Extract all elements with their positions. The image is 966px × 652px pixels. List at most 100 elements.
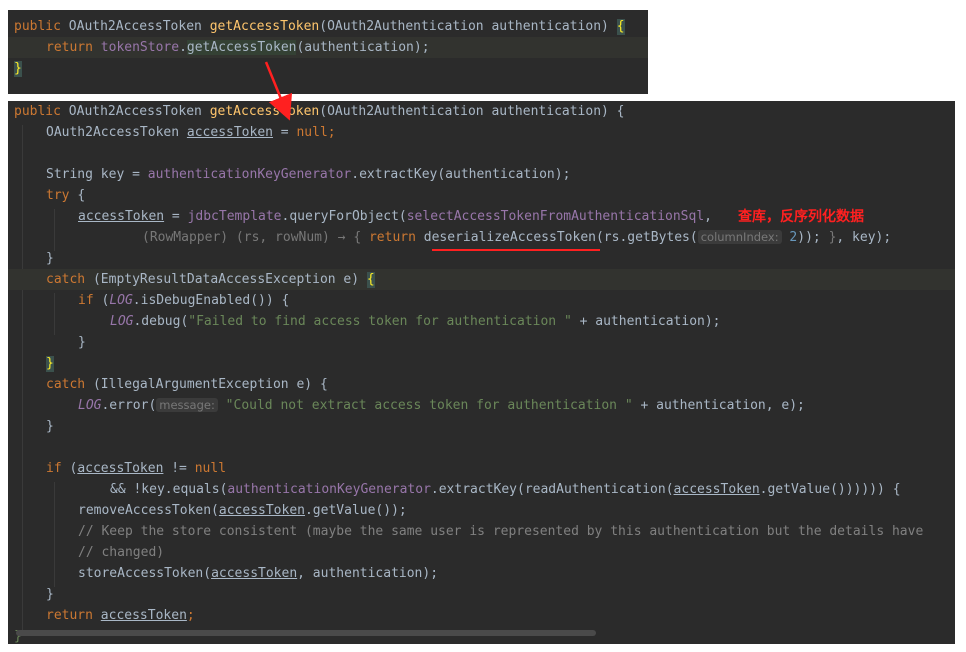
brace: }	[46, 251, 54, 266]
keyword-public: public	[14, 19, 69, 34]
static-field: LOG	[78, 398, 102, 413]
code-line: removeAccessToken(accessToken.getValue()…	[8, 500, 955, 521]
method-call: storeAccessToken(	[78, 566, 212, 581]
code-line: String key = authenticationKeyGenerator.…	[8, 164, 955, 185]
code-line: try {	[8, 185, 955, 206]
method-call: .debug(	[133, 314, 189, 329]
brace-highlight: }	[46, 356, 54, 372]
dot: .	[179, 40, 187, 55]
expression: .getValue());	[304, 503, 407, 518]
code-line: catch (IllegalArgumentException e) {	[8, 374, 955, 395]
brace-highlight: {	[616, 19, 625, 35]
method-call: removeAccessToken(	[78, 503, 219, 518]
type-name: OAuth2AccessToken	[46, 125, 187, 140]
variable: accessToken	[77, 461, 164, 476]
expression: + authentication, e);	[632, 398, 805, 413]
code-line: OAuth2AccessToken accessToken = null;	[8, 122, 955, 143]
keyword-public: public	[14, 104, 69, 119]
expression: , authentication);	[297, 566, 439, 581]
method-params: (OAuth2Authentication authentication)	[319, 19, 617, 34]
brace-highlight: }	[14, 61, 22, 77]
code-line: public OAuth2AccessToken getAccessToken(…	[8, 101, 955, 122]
code-line: }	[8, 416, 955, 437]
code-line: // changed)	[8, 542, 955, 563]
variable: accessToken	[78, 209, 165, 224]
code-line: public OAuth2AccessToken getAccessToken(…	[8, 16, 648, 37]
horizontal-scrollbar[interactable]	[16, 630, 596, 636]
field-name: jdbcTemplate	[187, 209, 282, 224]
keyword-null: null	[194, 461, 227, 476]
field-name: authenticationKeyGenerator	[147, 167, 352, 182]
code-line: }	[8, 353, 955, 374]
operator: =	[272, 125, 297, 140]
comment: // changed)	[78, 545, 165, 560]
field-name: selectAccessTokenFromAuthenticationSql	[406, 209, 705, 224]
code-line: (RowMapper) (rs, rowNum) → { return dese…	[8, 227, 955, 248]
code-line: if (LOG.isDebugEnabled()) {	[8, 290, 955, 311]
keyword-null: null	[296, 125, 328, 140]
keyword-if: if	[46, 461, 70, 476]
method-call-link[interactable]: getAccessToken	[186, 40, 297, 55]
variable: accessToken	[673, 482, 760, 497]
close-paren: ));	[797, 230, 829, 245]
code-line: return accessToken;	[8, 605, 955, 626]
keyword-return: return	[46, 40, 101, 55]
code-line: storeAccessToken(accessToken, authentica…	[8, 563, 955, 584]
static-field: LOG	[109, 293, 133, 308]
expression: .isDebugEnabled()) {	[132, 293, 290, 308]
semicolon: ;	[327, 125, 336, 140]
type-name: OAuth2AccessToken	[68, 104, 210, 119]
code-line: // Keep the store consistent (maybe the …	[8, 521, 955, 542]
catch-clause: (EmptyResultDataAccessException e)	[92, 272, 367, 287]
code-editor-main[interactable]: public OAuth2AccessToken getAccessToken(…	[8, 101, 955, 644]
field-name: tokenStore	[100, 40, 180, 55]
string-literal: "Could not extract access token for auth…	[217, 398, 633, 413]
variable: accessToken	[211, 566, 298, 581]
operator: !=	[163, 461, 195, 476]
parameter-hint: columnIndex:	[697, 230, 782, 244]
expression: && !key.equals(	[110, 482, 228, 497]
code-line: LOG.error(message: "Could not extract ac…	[8, 395, 955, 416]
method-call: (rs.getBytes(	[595, 230, 698, 245]
keyword-catch: catch	[46, 272, 93, 287]
brace: {	[77, 188, 86, 203]
code-line: if (accessToken != null	[8, 458, 955, 479]
method-params: (OAuth2Authentication authentication) {	[319, 104, 625, 119]
variable: accessToken	[100, 608, 187, 623]
parameter-hint: message:	[156, 398, 218, 412]
method-name: getAccessToken	[209, 19, 320, 34]
keyword-return: return	[368, 230, 424, 245]
method-args: (authentication);	[296, 40, 430, 55]
method-call: .queryForObject(	[281, 209, 407, 224]
method-call: .extractKey(readAuthentication(	[430, 482, 674, 497]
code-line: return tokenStore.getAccessToken(authent…	[8, 37, 648, 58]
keyword-catch: catch	[46, 377, 93, 392]
brace: }	[46, 419, 54, 434]
folded-lambda[interactable]: (RowMapper) (rs, rowNum) → {	[142, 230, 369, 245]
expression: .getValue()))))) {	[759, 482, 901, 497]
code-line: }	[8, 332, 955, 353]
keyword-if: if	[78, 293, 102, 308]
string-literal: "Failed to find access token for authent…	[188, 314, 572, 329]
code-line: LOG.debug("Failed to find access token f…	[8, 311, 955, 332]
semicolon: ;	[186, 608, 195, 623]
static-field: LOG	[110, 314, 134, 329]
method-call: .error(	[101, 398, 157, 413]
annotation-text: 查库，反序列化数据	[738, 209, 864, 225]
operator: =	[164, 209, 188, 224]
code-line: }	[8, 584, 955, 605]
code-snippet-caller: public OAuth2AccessToken getAccessToken(…	[8, 10, 648, 94]
method-name: getAccessToken	[209, 104, 320, 119]
comment: // Keep the store consistent (maybe the …	[78, 524, 924, 539]
keyword-return: return	[46, 608, 101, 623]
code-line-current: catch (EmptyResultDataAccessException e)…	[8, 269, 955, 290]
declaration: String key =	[46, 167, 148, 182]
expression: , key);	[836, 230, 892, 245]
variable: accessToken	[186, 125, 273, 140]
catch-clause: (IllegalArgumentException e) {	[92, 377, 328, 392]
brace: }	[46, 587, 54, 602]
code-line: }	[8, 58, 648, 79]
type-name: OAuth2AccessToken	[68, 19, 210, 34]
